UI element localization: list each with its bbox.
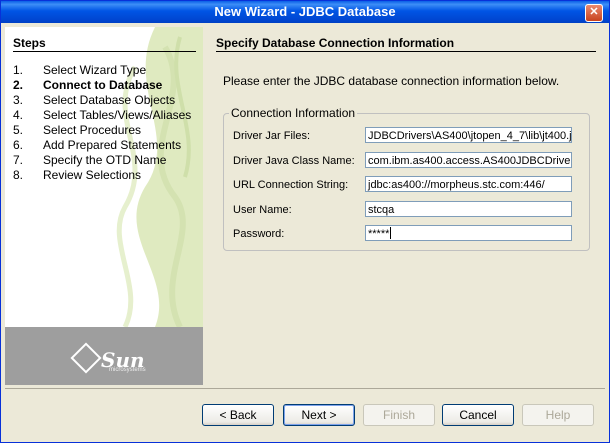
sun-diamond-icon [70,342,102,374]
steps-divider [13,51,196,52]
url-label: URL Connection String: [233,179,349,191]
step-item: 1. Select Wizard Type [13,63,147,77]
driver-jar-input[interactable]: JDBCDrivers\AS400\jtopen_4_7\lib\jt400.j… [365,127,572,143]
step-label: Connect to Database [43,78,163,92]
next-button[interactable]: Next > [283,404,355,426]
step-label: Specify the OTD Name [43,153,167,167]
title-divider [216,51,596,52]
step-label: Select Database Objects [43,93,176,107]
password-value: ***** [368,228,390,240]
step-label: Select Procedures [43,123,142,137]
step-item: 6. Add Prepared Statements [13,138,182,152]
step-label: Select Wizard Type [43,63,147,77]
text-caret [390,227,392,239]
url-input[interactable]: jdbc:as400://morpheus.stc.com:446/ [365,176,572,192]
page-title: Specify Database Connection Information [216,36,455,50]
step-item-current: 2. Connect to Database [13,78,163,92]
window-title: New Wizard - JDBC Database [214,4,396,19]
sun-logo-subtext: microsystems [109,367,146,373]
username-input[interactable]: stcqa [365,201,572,217]
step-item: 3. Select Database Objects [13,93,176,107]
steps-panel: Steps 1. Select Wizard Type 2. Connect to … [5,27,203,385]
password-input[interactable]: ***** [365,225,572,241]
password-label: Password: [233,228,285,240]
button-bar-separator [5,388,605,389]
step-item: 7. Specify the OTD Name [13,153,167,167]
step-label: Review Selections [43,168,142,182]
step-item: 5. Select Procedures [13,123,142,137]
username-label: User Name: [233,204,292,216]
driver-class-input[interactable]: com.ibm.as400.access.AS400JDBCDriver [365,152,572,168]
step-label: Select Tables/Views/Aliases [43,108,192,122]
title-bar[interactable]: New Wizard - JDBC Database ✕ [1,1,609,23]
driver-class-label: Driver Java Class Name: [233,155,355,167]
steps-heading: Steps [13,36,46,50]
content-panel: Specify Database Connection Information … [209,27,605,385]
help-button[interactable]: Help [522,404,594,426]
steps-list: 1. Select Wizard Type 2. Connect to Databa… [13,63,198,183]
step-item: 8. Review Selections [13,168,142,182]
instructions-text: Please enter the JDBC database connectio… [223,74,560,88]
close-icon[interactable]: ✕ [585,4,603,22]
wizard-window: New Wizard - JDBC Database ✕ Steps 1. Sel… [0,0,610,443]
driver-jar-label: Driver Jar Files: [233,130,311,142]
cancel-button[interactable]: Cancel [442,404,514,426]
connection-info-legend: Connection Information [229,106,358,120]
finish-button[interactable]: Finish [363,404,435,426]
step-item: 4. Select Tables/Views/Aliases [13,108,192,122]
step-label: Add Prepared Statements [43,138,182,152]
back-button[interactable]: < Back [202,404,274,426]
